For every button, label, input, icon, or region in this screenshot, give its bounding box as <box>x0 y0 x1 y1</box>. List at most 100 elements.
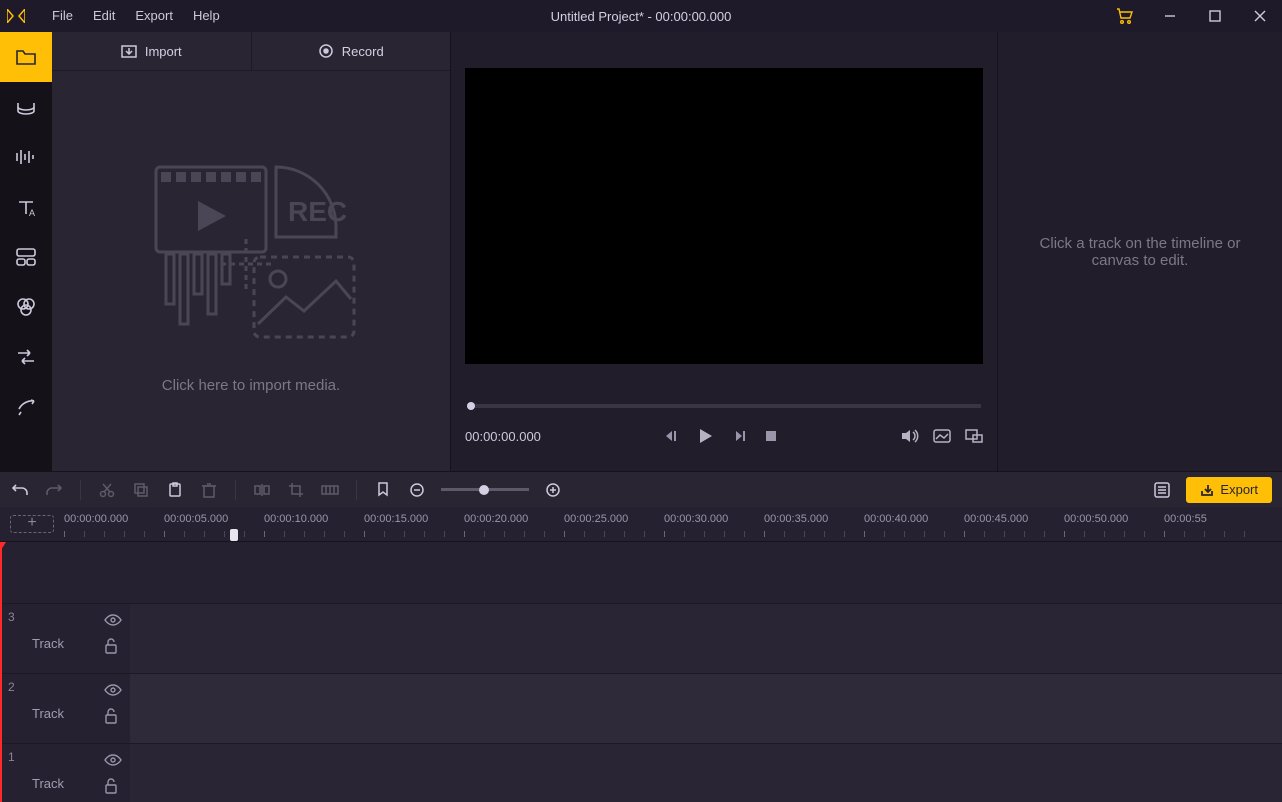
prev-frame-button[interactable] <box>664 429 678 443</box>
record-tab-label: Record <box>342 44 384 59</box>
ruler-tick: 00:00:55 <box>1164 513 1207 525</box>
zoom-out-button[interactable] <box>407 480 427 500</box>
ruler-tick: 00:00:35.000 <box>764 513 828 525</box>
import-tab-label: Import <box>145 44 182 59</box>
preview-timecode: 00:00:00.000 <box>465 429 541 444</box>
ruler-tick: 00:00:25.000 <box>564 513 628 525</box>
ruler-tick: 00:00:45.000 <box>964 513 1028 525</box>
next-frame-button[interactable] <box>732 429 746 443</box>
zoom-in-button[interactable] <box>543 480 563 500</box>
ruler-tick: 00:00:20.000 <box>464 513 528 525</box>
track-lock-toggle[interactable] <box>104 708 122 724</box>
window-title: Untitled Project* - 00:00:00.000 <box>551 9 732 24</box>
sidebar-audio[interactable] <box>0 132 52 182</box>
media-panel: Import Record REC <box>52 32 450 471</box>
snap-button[interactable] <box>320 480 340 500</box>
menu-export[interactable]: Export <box>125 0 183 32</box>
track-content[interactable] <box>130 674 1282 743</box>
ruler-tick: 00:00:05.000 <box>164 513 228 525</box>
track-header: 3 Track <box>0 604 130 673</box>
play-button[interactable] <box>696 427 714 445</box>
tool-sidebar: A <box>0 32 52 471</box>
redo-button[interactable] <box>44 480 64 500</box>
track-row[interactable]: 3 Track <box>0 604 1282 674</box>
timeline-ruler[interactable]: 00:00:00.000 00:00:05.000 00:00:10.000 00:0… <box>0 507 1282 542</box>
track-content[interactable] <box>130 604 1282 673</box>
record-tab[interactable]: Record <box>252 32 451 70</box>
properties-panel: Click a track on the timeline or canvas … <box>998 32 1282 471</box>
ruler-tick: 00:00:00.000 <box>64 513 128 525</box>
copy-button[interactable] <box>131 480 151 500</box>
svg-text:REC: REC <box>288 196 347 227</box>
track-number: 3 <box>8 610 15 624</box>
preview-scrubber[interactable] <box>467 404 981 408</box>
sidebar-overlays[interactable] <box>0 82 52 132</box>
split-button[interactable] <box>252 480 272 500</box>
cut-button[interactable] <box>97 480 117 500</box>
track-visibility-toggle[interactable] <box>104 684 122 696</box>
marker-button[interactable] <box>373 480 393 500</box>
range-marker[interactable] <box>230 529 238 541</box>
ruler-tick: 00:00:50.000 <box>1064 513 1128 525</box>
sidebar-text[interactable]: A <box>0 182 52 232</box>
playhead[interactable] <box>0 542 2 802</box>
sidebar-transitions[interactable] <box>0 332 52 382</box>
add-track-button[interactable] <box>10 515 54 533</box>
track-name: Track <box>32 776 64 791</box>
titlebar: File Edit Export Help Untitled Project* … <box>0 0 1282 32</box>
track-content[interactable] <box>130 744 1282 802</box>
settings-button[interactable] <box>1152 480 1172 500</box>
paste-button[interactable] <box>165 480 185 500</box>
export-icon <box>1200 483 1214 497</box>
track-name: Track <box>32 636 64 651</box>
import-hint-text: Click here to import media. <box>162 377 340 394</box>
tracks-area: 3 Track 2 Track 1 Track <box>0 542 1282 802</box>
ruler-tick: 00:00:40.000 <box>864 513 928 525</box>
track-lock-toggle[interactable] <box>104 778 122 794</box>
undo-button[interactable] <box>10 480 30 500</box>
ruler-tick: 00:00:30.000 <box>664 513 728 525</box>
timeline-toolbar: Export <box>0 471 1282 507</box>
stop-button[interactable] <box>764 429 778 443</box>
sidebar-filters[interactable] <box>0 282 52 332</box>
sidebar-effects[interactable] <box>0 382 52 432</box>
import-dropzone[interactable]: REC Click here to import media. <box>52 71 450 471</box>
track-name: Track <box>32 706 64 721</box>
export-button-label: Export <box>1220 482 1258 497</box>
maximize-button[interactable] <box>1192 0 1237 32</box>
crop-button[interactable] <box>286 480 306 500</box>
snapshot-button[interactable] <box>933 429 951 443</box>
track-lock-toggle[interactable] <box>104 638 122 654</box>
track-header: 2 Track <box>0 674 130 743</box>
minimize-button[interactable] <box>1147 0 1192 32</box>
app-logo <box>0 9 32 23</box>
track-row[interactable]: 2 Track <box>0 674 1282 744</box>
export-button[interactable]: Export <box>1186 477 1272 503</box>
menu-file[interactable]: File <box>42 0 83 32</box>
track-number: 2 <box>8 680 15 694</box>
fullscreen-button[interactable] <box>965 429 983 443</box>
track-number: 1 <box>8 750 15 764</box>
media-placeholder-art: REC <box>136 149 366 359</box>
cart-icon[interactable] <box>1102 0 1147 32</box>
import-tab[interactable]: Import <box>52 32 252 70</box>
track-visibility-toggle[interactable] <box>104 614 122 626</box>
close-button[interactable] <box>1237 0 1282 32</box>
sidebar-elements[interactable] <box>0 232 52 282</box>
track-header: 1 Track <box>0 744 130 802</box>
preview-canvas[interactable] <box>465 68 983 364</box>
ruler-tick: 00:00:10.000 <box>264 513 328 525</box>
menu-help[interactable]: Help <box>183 0 230 32</box>
ruler-tick: 00:00:15.000 <box>364 513 428 525</box>
menubar: File Edit Export Help <box>32 0 230 32</box>
sidebar-media[interactable] <box>0 32 52 82</box>
track-row[interactable]: 1 Track <box>0 744 1282 802</box>
zoom-slider[interactable] <box>441 488 529 491</box>
menu-edit[interactable]: Edit <box>83 0 125 32</box>
delete-button[interactable] <box>199 480 219 500</box>
track-visibility-toggle[interactable] <box>104 754 122 766</box>
track-spacer <box>0 542 1282 604</box>
volume-button[interactable] <box>901 428 919 444</box>
svg-text:A: A <box>29 208 35 218</box>
properties-hint: Click a track on the timeline or canvas … <box>1018 235 1262 269</box>
